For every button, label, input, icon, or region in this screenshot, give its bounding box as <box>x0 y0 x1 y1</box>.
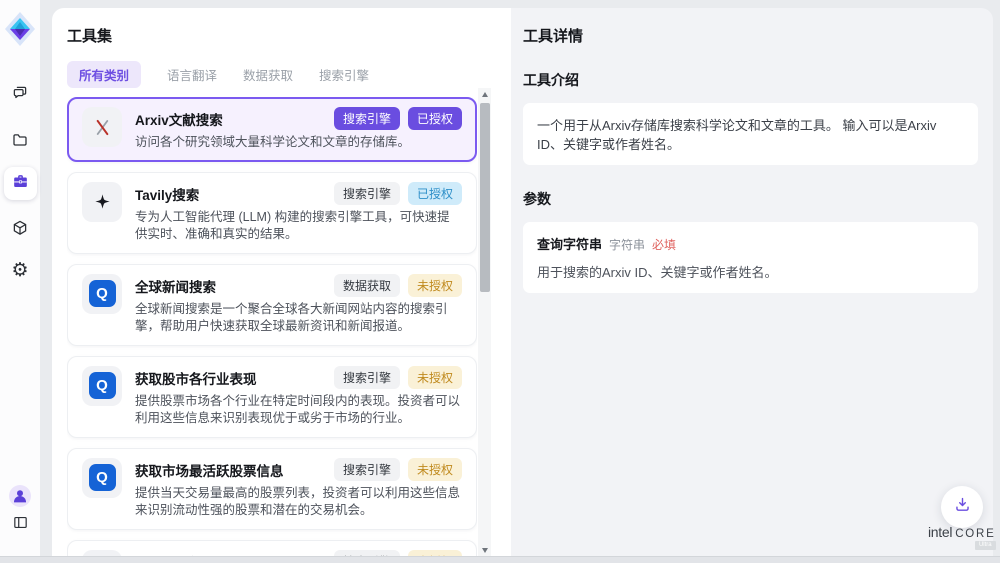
param-required-badge: 必填 <box>652 236 676 253</box>
ultra-chip: Ultra <box>975 541 996 550</box>
detail-title: 工具详情 <box>523 25 978 46</box>
collapse-sidebar-button[interactable] <box>0 514 40 536</box>
app-logo-diamond-icon <box>5 12 35 51</box>
tool-card-0[interactable]: Arxiv文献搜索搜索引擎已授权访问各个研究领域大量科学论文和文章的存储库。 <box>67 97 477 162</box>
param-type: 字符串 <box>609 236 645 253</box>
window-bottom-edge <box>0 556 1000 563</box>
tool-card-4[interactable]: Q 获取市场最活跃股票信息搜索引擎未授权提供当天交易量最高的股票列表，投资者可以利… <box>67 448 477 530</box>
list-scrollbar[interactable] <box>478 88 491 556</box>
arrow-down-icon <box>482 548 488 553</box>
collapse-panel-icon <box>12 514 29 536</box>
arrow-up-icon <box>482 92 488 97</box>
toolset-panel: 工具集 所有类别语言翻译数据获取搜索引擎 Arxiv文献搜索搜索引擎已授权访问各… <box>52 8 511 556</box>
tool-name: Arxiv文献搜索 <box>135 107 334 129</box>
tavily-star-icon <box>82 182 122 222</box>
sidebar-item-chat[interactable] <box>0 84 40 107</box>
tab-all-categories[interactable]: 所有类别 <box>67 61 141 88</box>
param-name: 查询字符串 <box>537 234 602 253</box>
intro-box: 一个用于从Arxiv存储库搜索科学论文和文章的工具。 输入可以是Arxiv ID… <box>523 103 978 165</box>
params-heading: 参数 <box>523 189 978 209</box>
tab-data-fetching[interactable]: 数据获取 <box>243 65 293 84</box>
toolset-title: 工具集 <box>67 25 477 46</box>
auth-status-badge: 已授权 <box>408 182 462 205</box>
auth-status-badge: 未授权 <box>408 458 462 481</box>
tab-language-translation[interactable]: 语言翻译 <box>167 65 217 84</box>
category-tabs: 所有类别 语言翻译 数据获取 搜索引擎 <box>67 63 477 85</box>
auth-status-badge: 未授权 <box>408 274 462 297</box>
tool-card-3[interactable]: Q 获取股市各行业表现搜索引擎未授权提供股票市场各个行业在特定时间段内的表现。投资… <box>67 356 477 438</box>
tool-description: 访问各个研究领域大量科学论文和文章的存储库。 <box>135 134 462 152</box>
user-avatar[interactable] <box>0 485 40 512</box>
chat-icon <box>11 84 29 107</box>
intel-wordmark: intel <box>928 524 952 540</box>
tool-description: 全球新闻搜索是一个聚合全球各大新闻网站内容的搜索引擎，帮助用户快速获取全球最新资… <box>135 301 462 336</box>
category-badge: 数据获取 <box>334 274 400 297</box>
sidebar-item-models[interactable] <box>0 219 40 242</box>
sidebar-item-settings[interactable]: ⚙ <box>0 261 40 280</box>
tool-detail-panel: 工具详情 工具介绍 一个用于从Arxiv存储库搜索科学论文和文章的工具。 输入可… <box>511 8 993 556</box>
tab-search-engine[interactable]: 搜索引擎 <box>319 65 369 84</box>
tool-name: Tavily搜索 <box>135 182 334 204</box>
tool-description: 专为人工智能代理 (LLM) 构建的搜索引擎工具，可快速提供实时、准确和真实的结… <box>135 209 462 244</box>
scroll-up-button[interactable] <box>478 88 491 100</box>
auth-status-badge: 已授权 <box>408 107 462 130</box>
category-badge: 搜索引擎 <box>334 107 400 130</box>
scroll-down-button[interactable] <box>478 544 491 556</box>
q-blue-icon: Q <box>82 274 122 314</box>
arxiv-x-icon <box>82 107 122 147</box>
toolbox-icon <box>11 172 30 196</box>
tool-card-1[interactable]: Tavily搜索搜索引擎已授权专为人工智能代理 (LLM) 构建的搜索引擎工具，… <box>67 172 477 254</box>
category-badge: 搜索引擎 <box>334 366 400 389</box>
download-icon <box>953 495 972 519</box>
intro-heading: 工具介绍 <box>523 70 978 90</box>
user-avatar-icon <box>9 485 31 512</box>
intel-core-logo: intel core Ultra <box>928 524 996 550</box>
core-wordmark: core <box>955 528 995 540</box>
tool-name: 获取股市各行业表现 <box>135 366 334 388</box>
category-badge: 搜索引擎 <box>334 182 400 205</box>
tool-card-2[interactable]: Q 全球新闻搜索数据获取未授权全球新闻搜索是一个聚合全球各大新闻网站内容的搜索引擎… <box>67 264 477 346</box>
download-button[interactable] <box>941 486 983 528</box>
q-blue-icon: Q <box>82 458 122 498</box>
intro-text: 一个用于从Arxiv存储库搜索科学论文和文章的工具。 输入可以是Arxiv ID… <box>537 118 936 152</box>
q-blue-icon: Q <box>82 366 122 406</box>
gear-icon: ⚙ <box>11 261 28 280</box>
tool-description: 提供当天交易量最高的股票列表，投资者可以利用这些信息来识别流动性强的股票和潜在的… <box>135 485 462 520</box>
param-box: 查询字符串 字符串 必填 用于搜索的Arxiv ID、关键字或作者姓名。 <box>523 222 978 293</box>
sidebar-item-tools[interactable] <box>4 167 37 200</box>
tool-description: 提供股票市场各个行业在特定时间段内的表现。投资者可以利用这些信息来识别表现优于或… <box>135 393 462 428</box>
auth-status-badge: 未授权 <box>408 366 462 389</box>
tool-list: Arxiv文献搜索搜索引擎已授权访问各个研究领域大量科学论文和文章的存储库。Ta… <box>67 97 477 563</box>
category-badge: 搜索引擎 <box>334 458 400 481</box>
scrollbar-thumb[interactable] <box>480 103 490 292</box>
tool-name: 全球新闻搜索 <box>135 274 334 296</box>
cube-icon <box>11 219 29 242</box>
folder-icon <box>11 131 29 154</box>
param-desc: 用于搜索的Arxiv ID、关键字或作者姓名。 <box>537 262 964 281</box>
tool-name: 获取市场最活跃股票信息 <box>135 458 334 480</box>
sidebar: ⚙ <box>0 0 40 556</box>
sidebar-item-files[interactable] <box>0 131 40 154</box>
